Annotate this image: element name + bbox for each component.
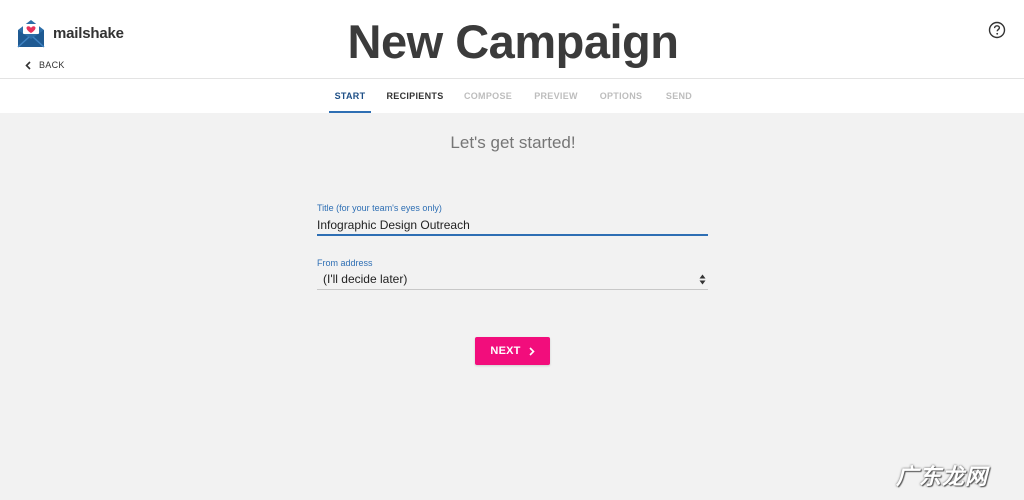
next-button-label: NEXT — [490, 345, 521, 357]
from-address-select[interactable]: (I'll decide later) — [317, 269, 708, 290]
tab-send[interactable]: SEND — [662, 79, 696, 113]
next-button[interactable]: NEXT — [475, 337, 550, 365]
from-address-label: From address — [317, 258, 373, 268]
step-tabs: START RECIPIENTS COMPOSE PREVIEW OPTIONS… — [0, 79, 1024, 113]
top-bar: mailshake BACK New Campaign START RECIPI… — [0, 0, 1024, 113]
select-arrows-icon — [699, 274, 706, 285]
campaign-title-input[interactable] — [317, 215, 708, 236]
from-address-value: (I'll decide later) — [323, 272, 408, 286]
title-field-label: Title (for your team's eyes only) — [317, 203, 442, 213]
tab-recipients[interactable]: RECIPIENTS — [385, 79, 445, 113]
tab-start[interactable]: START — [329, 79, 371, 113]
page-title: New Campaign — [347, 15, 679, 68]
watermark: 广东龙网 — [895, 465, 988, 490]
form-subtitle: Let's get started! — [450, 133, 576, 152]
chevron-right-icon — [528, 346, 535, 356]
tab-compose[interactable]: COMPOSE — [462, 79, 514, 113]
tab-preview[interactable]: PREVIEW — [532, 79, 580, 113]
tab-options[interactable]: OPTIONS — [598, 79, 644, 113]
question-circle-icon[interactable] — [988, 21, 1006, 39]
